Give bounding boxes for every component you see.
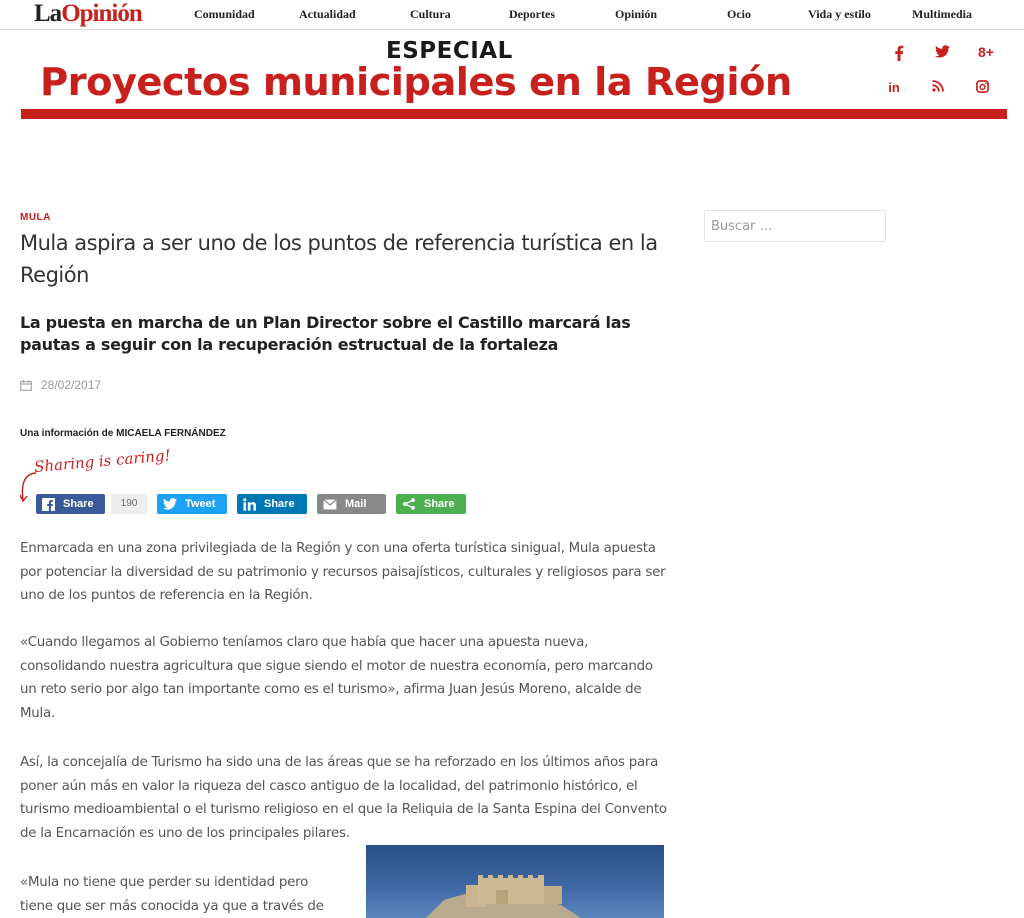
mail-icon	[323, 498, 337, 509]
sharethis-label: Share	[424, 498, 455, 510]
article-byline: Una información de MICAELA FERNÁNDEZ	[20, 428, 226, 439]
mail-button[interactable]: Mail	[317, 494, 386, 514]
google-plus-icon[interactable]: 8+	[976, 42, 996, 62]
twitter-icon[interactable]	[932, 43, 952, 63]
nav-comunidad[interactable]: Comunidad	[194, 7, 255, 22]
linkedin-icon	[243, 497, 256, 511]
article-paragraph-2: «Cuando llegamos al Gobierno teníamos cl…	[20, 635, 653, 721]
nav-vida-y-estilo[interactable]: Vida y estilo	[808, 7, 871, 22]
instagram-icon[interactable]	[972, 78, 992, 98]
search-input[interactable]	[704, 210, 886, 242]
article-paragraph-4: «Mula no tiene que perder su identidad p…	[20, 875, 324, 914]
article-paragraph-1: Enmarcada en una zona privilegiada de la…	[20, 541, 666, 603]
castle-illustration	[426, 875, 581, 918]
logo-la: La	[34, 0, 62, 27]
nav-opinion[interactable]: Opinión	[615, 7, 657, 22]
linkedin-share-label: Share	[264, 498, 295, 510]
facebook-share-count: 190	[111, 494, 147, 514]
twitter-tweet-label: Tweet	[185, 498, 216, 510]
calendar-icon	[20, 379, 32, 391]
castle-photo	[366, 845, 664, 918]
facebook-share-button[interactable]: Share	[36, 494, 105, 514]
mail-label: Mail	[345, 498, 367, 510]
rss-icon[interactable]	[928, 78, 948, 98]
article-category[interactable]: MULA	[20, 212, 51, 223]
top-navigation: LaOpinión Comunidad Actualidad Cultura D…	[0, 0, 1024, 30]
date-text: 28/02/2017	[41, 378, 102, 392]
article-title: Mula aspira a ser uno de los puntos de r…	[20, 231, 658, 287]
article-date: 28/02/2017	[20, 378, 101, 392]
site-logo[interactable]: LaOpinión	[34, 0, 143, 28]
nav-multimedia[interactable]: Multimedia	[912, 7, 972, 22]
twitter-tweet-button[interactable]: Tweet	[157, 494, 227, 514]
nav-cultura[interactable]: Cultura	[410, 7, 451, 22]
banner-title: Proyectos municipales en la Región	[40, 60, 792, 105]
sharing-note: Sharing is caring!	[33, 446, 172, 476]
banner-divider	[21, 109, 1007, 119]
linkedin-share-button[interactable]: Share	[237, 494, 307, 514]
linkedin-icon[interactable]: in	[884, 78, 904, 98]
facebook-icon[interactable]	[889, 43, 909, 63]
article-paragraph-3: Así, la concejalía de Turismo ha sido un…	[20, 755, 667, 841]
article-subtitle: La puesta en marcha de un Plan Director …	[20, 313, 631, 354]
sharethis-button[interactable]: Share	[396, 494, 466, 514]
facebook-share-label: Share	[63, 498, 94, 510]
facebook-icon	[42, 497, 55, 511]
logo-opinion: Opinión	[61, 0, 143, 27]
nav-actualidad[interactable]: Actualidad	[299, 7, 356, 22]
nav-deportes[interactable]: Deportes	[509, 7, 555, 22]
sharethis-icon	[403, 498, 415, 510]
nav-ocio[interactable]: Ocio	[727, 7, 751, 22]
twitter-icon	[163, 498, 177, 510]
